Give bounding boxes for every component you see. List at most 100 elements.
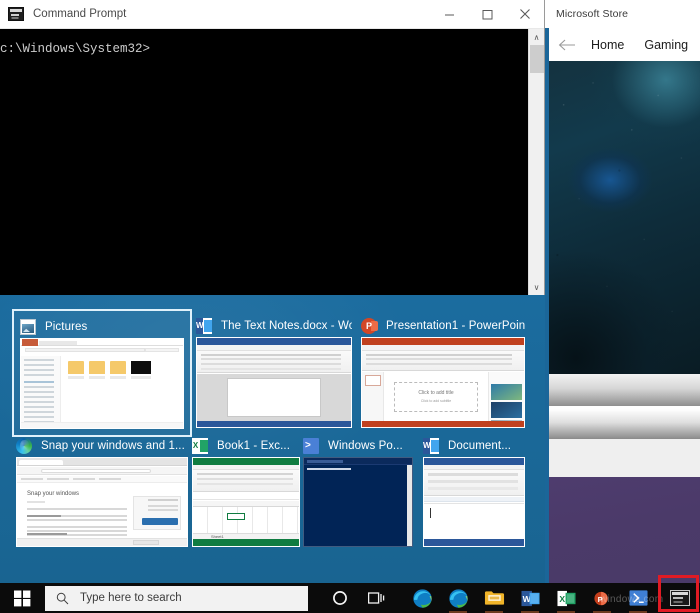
word-glyph: W xyxy=(520,590,540,606)
thumbnail-title: Pictures xyxy=(45,321,88,333)
word-icon[interactable]: W xyxy=(512,583,548,613)
word-icon xyxy=(423,438,439,454)
thumbnail-title: Book1 - Exc... xyxy=(217,440,290,452)
edge-icon[interactable] xyxy=(440,583,476,613)
word-document-preview xyxy=(424,458,524,546)
excel-preview: Sheet1 xyxy=(193,458,299,546)
thumbnail-preview[interactable]: Click to add title Click to add subtitle xyxy=(361,337,525,428)
thumbnail-preview[interactable] xyxy=(303,457,413,547)
back-arrow-icon[interactable] xyxy=(553,33,581,57)
scroll-up-arrow-icon[interactable]: ∧ xyxy=(529,29,545,45)
console-output[interactable]: c:\Windows\System32> xyxy=(0,29,528,295)
task-thumbnail-word-document[interactable]: Document... xyxy=(423,435,525,547)
powerpoint-icon[interactable]: P xyxy=(584,583,620,613)
task-thumbnail-edge-snap[interactable]: Snap your windows and 1... Snap your win… xyxy=(16,435,188,547)
store-band-purple xyxy=(545,477,700,583)
word-preview xyxy=(197,338,351,427)
edge-glyph xyxy=(448,588,468,608)
powershell-glyph xyxy=(628,590,648,606)
close-icon xyxy=(520,9,530,19)
command-prompt-body[interactable]: c:\Windows\System32> ∧ ∨ xyxy=(0,29,544,295)
thumbnail-header: Pictures xyxy=(20,316,184,338)
close-button[interactable] xyxy=(506,0,544,29)
command-prompt-icon[interactable] xyxy=(662,583,698,613)
thumbnail-selected-frame: Pictures xyxy=(12,309,192,437)
powershell-icon[interactable] xyxy=(620,583,656,613)
back-arrow-glyph xyxy=(558,39,575,50)
store-hero-texture xyxy=(545,61,700,374)
task-thumbnail-powerpoint[interactable]: Presentation1 - PowerPoint Click to add … xyxy=(361,315,525,428)
powerpoint-glyph: P xyxy=(593,591,608,605)
search-icon xyxy=(56,592,69,604)
start-button[interactable] xyxy=(0,583,44,613)
minimize-button[interactable] xyxy=(430,0,468,29)
thumbnail-header: The Text Notes.docx - Wo... xyxy=(196,315,352,337)
task-view-icon[interactable] xyxy=(358,583,394,613)
svg-text:X: X xyxy=(559,593,565,603)
store-band-3 xyxy=(545,439,700,477)
minimize-icon xyxy=(444,14,454,15)
store-nav-home[interactable]: Home xyxy=(581,38,634,52)
excel-sheet-tab: Sheet1 xyxy=(211,533,224,539)
excel-icon xyxy=(192,438,208,454)
thumbnail-header: Document... xyxy=(423,435,525,457)
folder-glyph xyxy=(484,591,504,605)
powerpoint-preview: Click to add title Click to add subtitle xyxy=(362,338,524,427)
thumbnail-header: Windows Po... xyxy=(303,435,413,457)
task-thumbnail-word-text-notes[interactable]: The Text Notes.docx - Wo... xyxy=(196,315,352,428)
svg-text:P: P xyxy=(597,594,602,603)
edge-preview: Snap your windows xyxy=(17,458,187,546)
store-title: Microsoft Store xyxy=(556,8,629,20)
thumbnail-preview[interactable]: Sheet1 xyxy=(192,457,300,547)
thumbnail-preview[interactable] xyxy=(20,338,184,429)
command-prompt-title: Command Prompt xyxy=(33,8,127,20)
console-scrollbar[interactable]: ∧ ∨ xyxy=(528,29,544,295)
cortana-circle-icon xyxy=(333,591,347,605)
taskbar[interactable]: Type here to search W X P xyxy=(0,583,700,613)
ppt-slide-subtitle: Click to add subtitle xyxy=(420,399,452,403)
command-prompt-glyph xyxy=(670,590,690,606)
thumbnail-title: Document... xyxy=(448,440,512,452)
maximize-button[interactable] xyxy=(468,0,506,29)
store-titlebar: Microsoft Store xyxy=(545,0,700,28)
microsoft-store-window[interactable]: Microsoft Store Home Gaming xyxy=(545,0,700,583)
thumbnail-preview[interactable] xyxy=(423,457,525,547)
scrollbar-thumb[interactable] xyxy=(529,45,544,73)
thumbnail-title: Presentation1 - PowerPoint xyxy=(386,320,525,332)
store-nav-gaming[interactable]: Gaming xyxy=(634,38,698,52)
store-left-edge-accent xyxy=(545,28,549,583)
edge-glyph xyxy=(412,588,432,608)
task-thumbnail-excel[interactable]: Book1 - Exc... Sheet1 xyxy=(192,435,300,547)
thumbnail-header: Book1 - Exc... xyxy=(192,435,300,457)
task-view-panel[interactable]: Pictures W The Text Notes.docx - Wo... P… xyxy=(0,295,545,583)
task-thumbnail-powershell[interactable]: Windows Po... xyxy=(303,435,413,547)
powerpoint-icon xyxy=(361,318,378,334)
thumbnail-title: Snap your windows and 1... xyxy=(41,440,185,452)
command-prompt-titlebar[interactable]: Command Prompt xyxy=(0,0,544,29)
store-hero-image xyxy=(545,61,700,374)
task-view-glyph xyxy=(367,592,384,604)
screen: Microsoft Store Home Gaming Command Prom… xyxy=(0,0,700,613)
windows-logo-icon xyxy=(13,590,30,606)
search-placeholder-text: Type here to search xyxy=(80,592,182,604)
excel-glyph: X xyxy=(556,590,576,606)
thumbnail-preview[interactable]: Snap your windows xyxy=(16,457,188,547)
edge-icon xyxy=(16,438,32,454)
window-controls xyxy=(430,0,544,29)
thumbnail-header: Snap your windows and 1... xyxy=(16,435,188,457)
pictures-icon xyxy=(20,319,36,335)
file-explorer-icon[interactable] xyxy=(476,583,512,613)
edge-legacy-icon[interactable] xyxy=(404,583,440,613)
scroll-down-arrow-icon[interactable]: ∨ xyxy=(529,279,545,295)
edge-page-heading: Snap your windows xyxy=(27,491,80,497)
excel-icon[interactable]: X xyxy=(548,583,584,613)
search-input[interactable]: Type here to search xyxy=(45,585,308,611)
explorer-preview xyxy=(21,339,183,428)
cortana-icon[interactable] xyxy=(322,583,358,613)
command-prompt-window[interactable]: Command Prompt c:\Windows\System32> ∧ ∨ xyxy=(0,0,545,295)
store-nav-bar: Home Gaming xyxy=(545,28,700,61)
thumbnail-preview[interactable] xyxy=(196,337,352,428)
console-icon xyxy=(8,7,24,21)
store-band-1 xyxy=(545,374,700,406)
task-thumbnail-pictures[interactable]: Pictures xyxy=(12,309,192,437)
